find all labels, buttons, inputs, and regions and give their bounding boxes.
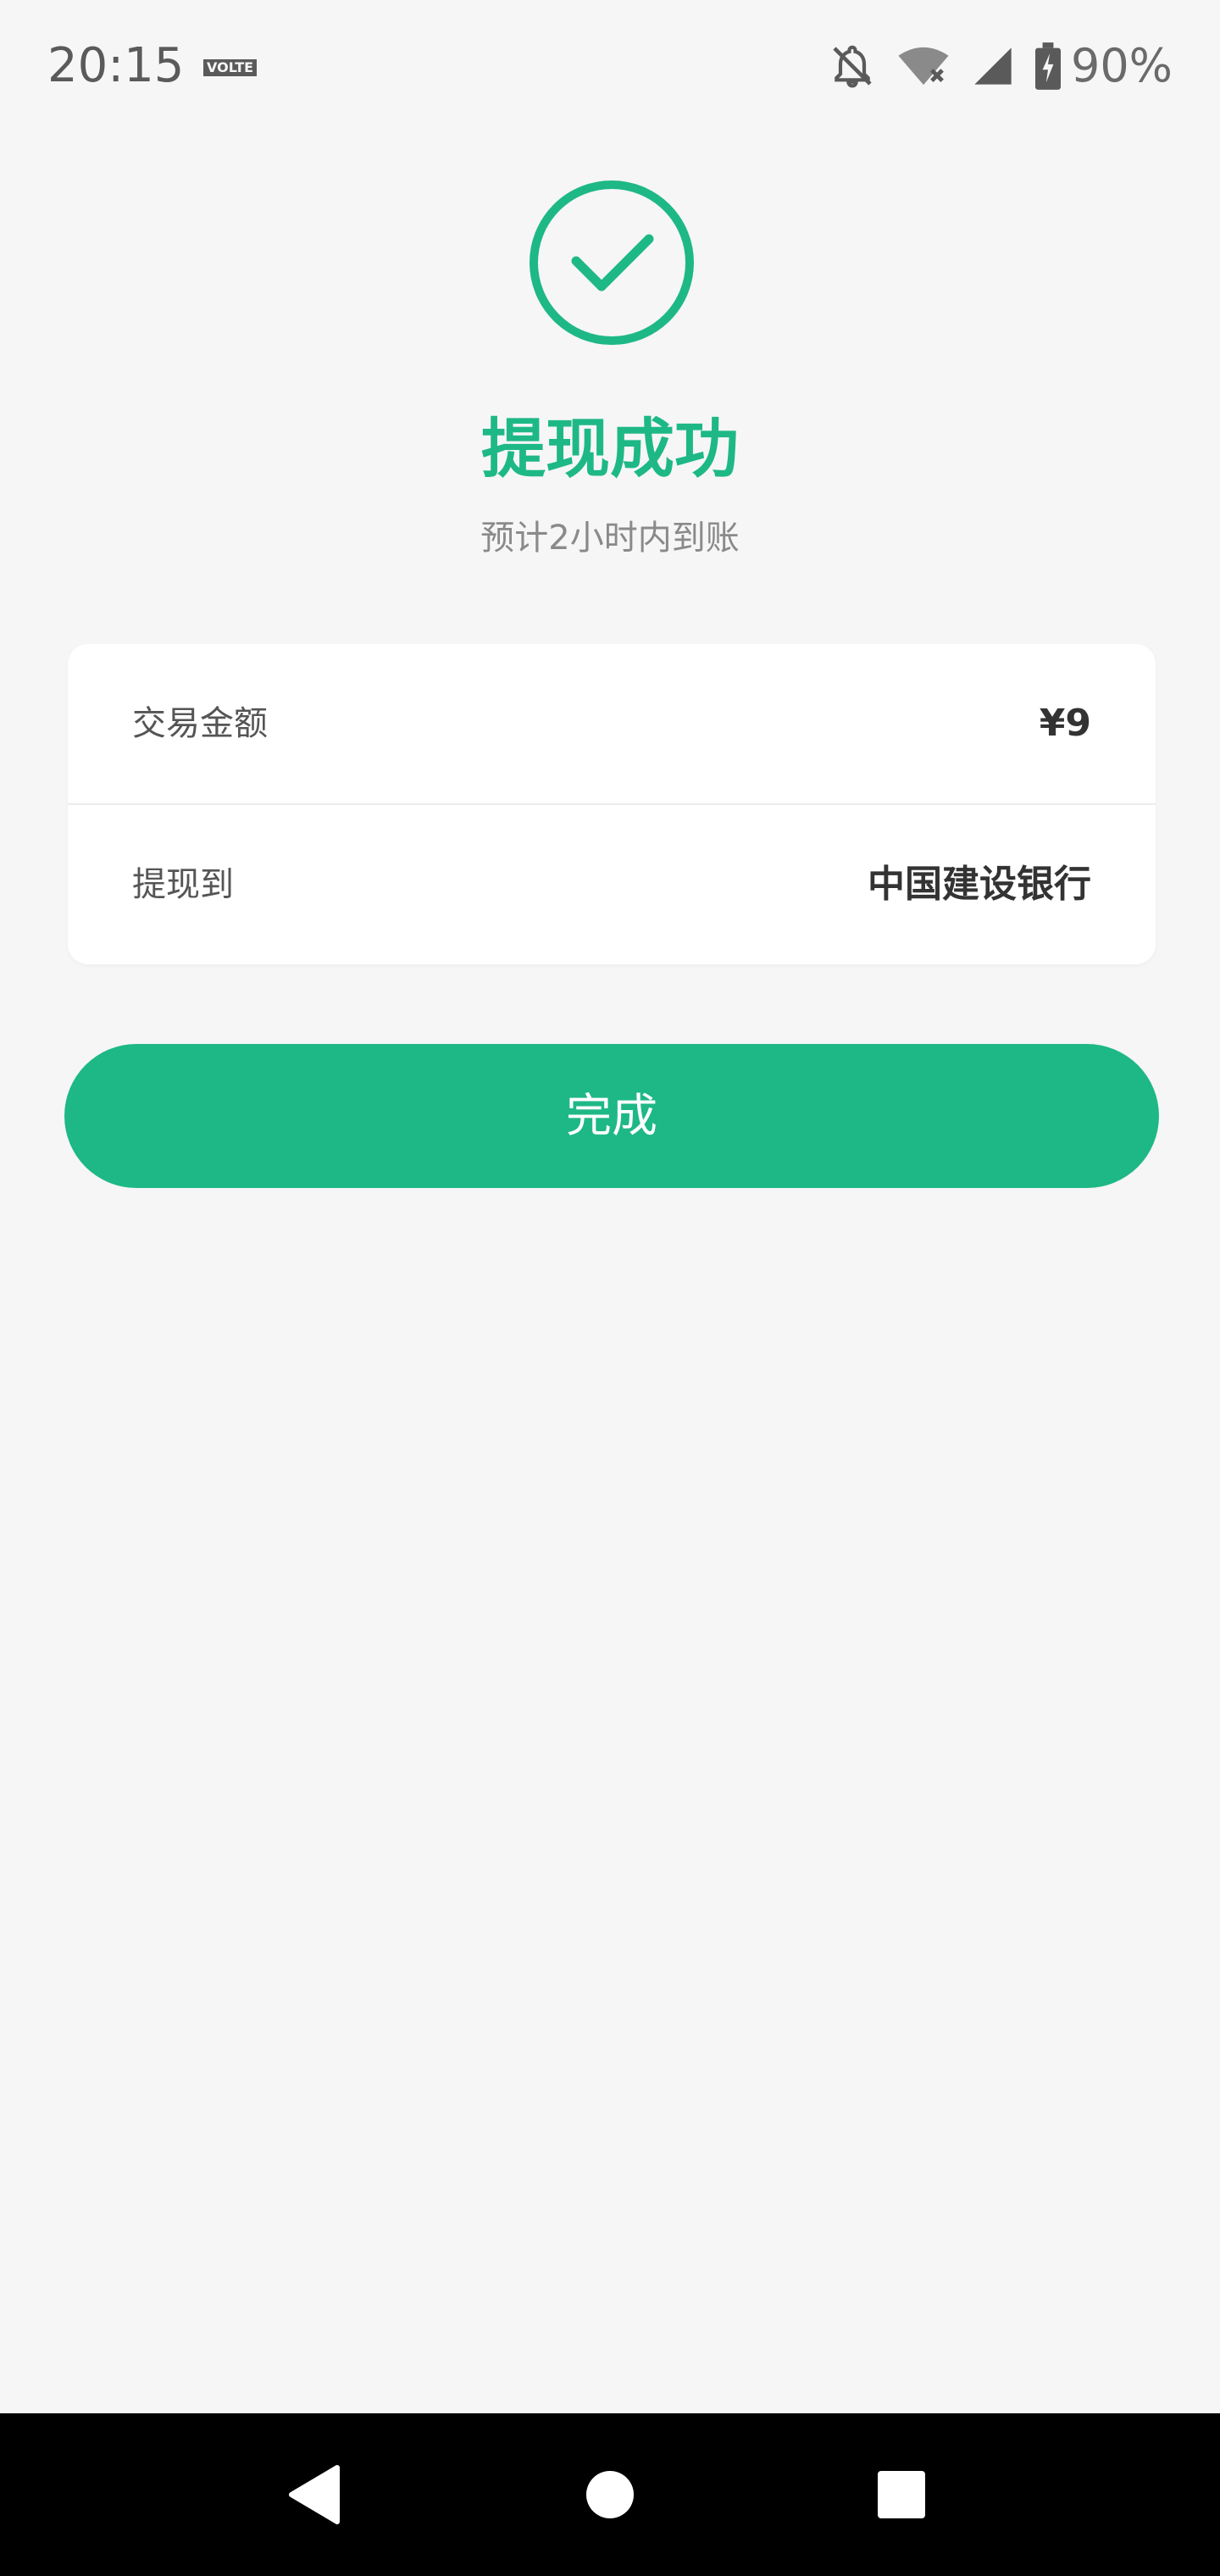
cell-signal-icon — [974, 47, 1012, 85]
page-title: 提现成功 — [481, 411, 739, 486]
volte-badge: VOLTE — [203, 59, 258, 76]
destination-label: 提现到 — [132, 865, 234, 904]
back-icon — [289, 2465, 340, 2524]
recents-icon — [878, 2471, 925, 2518]
check-circle-icon — [530, 180, 694, 345]
arrival-estimate: 预计2小时内到账 — [480, 519, 740, 558]
done-button[interactable]: 完成 — [64, 1044, 1159, 1188]
nav-home-button[interactable] — [568, 2452, 652, 2537]
battery-percentage: 90% — [1070, 39, 1173, 92]
navigation-bar — [0, 2413, 1220, 2576]
status-bar: 20:15 VOLTE 90% — [0, 0, 1220, 136]
amount-value: ¥9 — [1039, 702, 1091, 745]
amount-label: 交易金额 — [132, 704, 268, 743]
notifications-off-icon — [833, 45, 872, 88]
nav-recents-button[interactable] — [859, 2452, 944, 2537]
destination-row: 提现到 中国建设银行 — [68, 805, 1156, 964]
battery-charging-icon — [1034, 42, 1061, 90]
status-icons: 90% — [808, 37, 1173, 95]
home-icon — [586, 2471, 634, 2518]
withdrawal-details-card: 交易金额 ¥9 提现到 中国建设银行 — [68, 644, 1156, 964]
destination-value: 中国建设银行 — [868, 863, 1091, 906]
nav-back-button[interactable] — [273, 2452, 358, 2537]
wifi-off-icon — [898, 47, 949, 86]
amount-row: 交易金额 ¥9 — [68, 644, 1156, 803]
status-time: 20:15 — [47, 38, 185, 93]
